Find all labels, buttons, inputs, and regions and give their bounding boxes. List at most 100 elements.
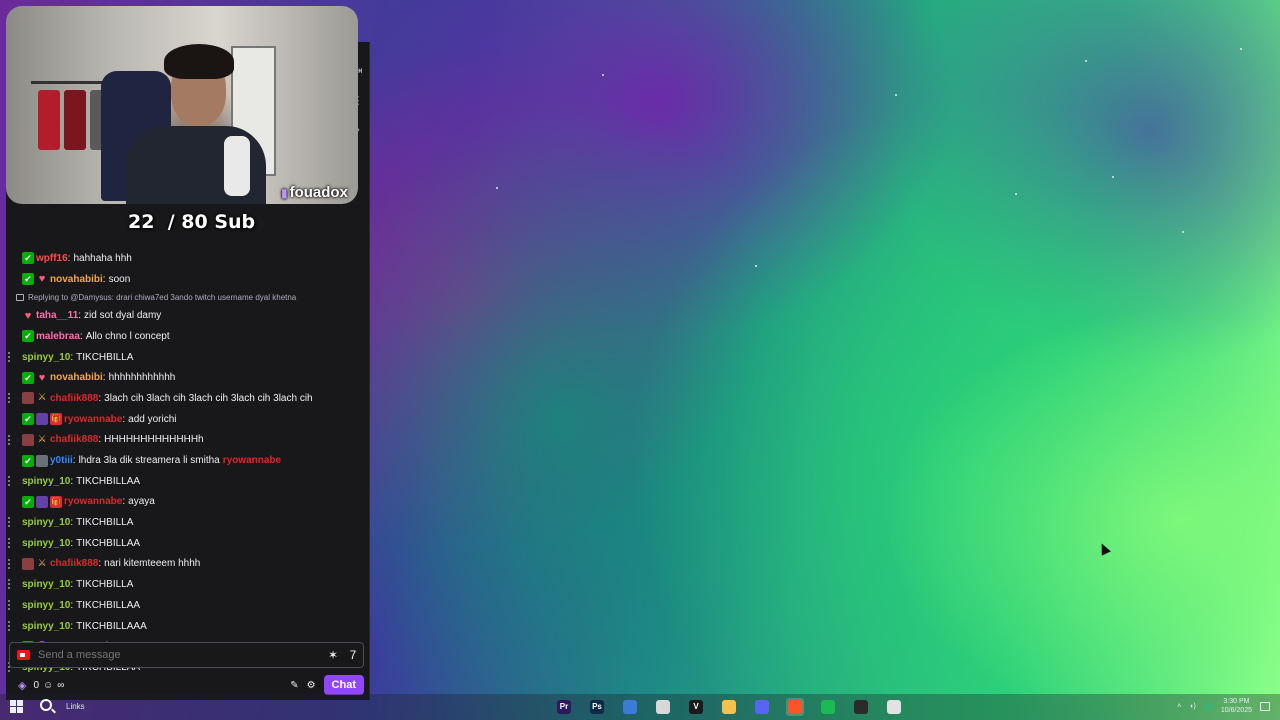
gift-badge-icon[interactable]: 🎁 [50,495,62,508]
gift-badge-icon[interactable]: 🎁 [50,413,62,426]
volume-icon[interactable]: ◖) [1189,703,1196,710]
chat-username[interactable]: taha__11 [36,310,78,321]
valorant-icon[interactable]: V [687,698,705,716]
emoji-icon[interactable]: ☺ [43,680,53,691]
heart-badge-icon[interactable]: ♥ [22,310,34,322]
photoshop-icon[interactable]: Ps [588,698,606,716]
drag-handle-icon[interactable] [8,434,12,445]
chat-message[interactable]: spinyy_10: TIKCHBILLA [6,512,370,533]
chat-username[interactable]: novahabibi [50,274,103,285]
chat-message[interactable]: ✔ ♥ novahabibi: soon [6,269,370,290]
chat-username[interactable]: spinyy_10 [22,476,70,487]
drag-handle-icon[interactable] [8,475,12,486]
chat-message[interactable]: spinyy_10:TIKCHBILLAA [6,533,370,554]
chat-message[interactable]: ✔ malebraa: Allo chno l concept [6,326,370,347]
chat-input-box[interactable]: ✶ 7 [9,642,364,668]
settings-gear-icon[interactable]: ⚙ [307,680,316,691]
paint-icon[interactable] [885,698,903,716]
chat-username[interactable]: y0tiii [50,455,73,466]
emote-bits-icon[interactable]: ✶ [323,648,343,662]
chat-username[interactable]: novahabibi [50,372,103,383]
mod-badge-icon[interactable]: ✔ [22,413,34,426]
chat-message[interactable]: ✔ wpff16: hahhaha hhh [6,248,370,269]
chat-username[interactable]: wpff16 [36,253,68,264]
sword-badge-icon[interactable]: ⚔ [36,392,48,404]
discord-icon[interactable] [753,698,771,716]
mod-badge-icon[interactable]: ✔ [22,330,34,343]
avatar-badge-icon[interactable] [22,433,34,446]
drag-handle-icon[interactable] [8,558,12,569]
chat-message-input[interactable] [38,649,323,661]
chat-message-text: TIKCHBILLAA [76,537,141,549]
chat-username[interactable]: malebraa [36,331,80,342]
chat-message[interactable]: ✔ y0tiii: lhdra 3la dik streamera li smith… [6,450,370,471]
spotify-icon[interactable] [819,698,837,716]
mod-badge-icon[interactable]: ✔ [22,252,34,265]
chat-separator: : [78,310,82,322]
chat-mention[interactable]: ryowannabe [223,455,281,466]
drag-handle-icon[interactable] [8,600,12,610]
sword-badge-icon[interactable]: ⚔ [36,558,48,570]
chat-username[interactable]: spinyy_10 [22,538,70,549]
heart-badge-icon[interactable]: ♥ [36,372,48,384]
brave-icon[interactable] [786,698,804,716]
chat-message[interactable]: spinyy_10:TIKCHBILLAA [6,595,370,616]
windows-start-icon[interactable] [10,700,23,713]
obs-icon[interactable] [852,698,870,716]
heart-badge-icon[interactable]: ♥ [36,273,48,285]
taskbar-clock[interactable]: 3:30 PM 10/6/2025 [1221,697,1252,715]
chat-message[interactable]: ✔ 🎁 ryowannabe: add yorichi [6,409,370,430]
premiere-icon[interactable]: Pr [555,698,573,716]
camera-icon[interactable] [17,650,30,660]
chat-username[interactable]: chafiik888 [50,434,98,445]
mod-badge-icon[interactable]: ✔ [22,273,34,286]
sword-badge-icon[interactable]: ⚔ [36,434,48,446]
seventv-emote-icon[interactable]: 7 [343,648,363,662]
file-explorer-icon[interactable] [720,698,738,716]
chat-username[interactable]: spinyy_10 [22,621,70,632]
purple-badge-icon[interactable] [36,495,48,508]
channel-points-icon[interactable]: ◈ [18,679,26,692]
chat-message[interactable]: ✔ ♥ novahabibi: hhhhhhhhhhhh [6,367,370,388]
reply-context[interactable]: Replying to @Damysus: drari chiwa7ed 3an… [6,289,370,305]
chat-username[interactable]: chafiik888 [50,558,98,569]
chat-message[interactable]: spinyy_10: TIKCHBILLA [6,347,370,368]
network-icon[interactable] [1203,701,1213,711]
bot-icon[interactable] [654,698,672,716]
drag-handle-icon[interactable] [8,620,12,631]
mod-badge-icon[interactable]: ✔ [22,495,34,508]
drag-handle-icon[interactable] [8,393,12,404]
chat-message[interactable]: ✔ 🎁 ryowannabe: ayaya [6,492,370,513]
chat-message[interactable]: spinyy_10:TIKCHBILLAA [6,471,370,492]
chat-username[interactable]: spinyy_10 [22,600,70,611]
chat-username[interactable]: spinyy_10 [22,579,70,590]
chat-message[interactable]: ♥ taha__11: zid sot dyal damy [6,305,370,326]
drag-handle-icon[interactable] [8,351,12,362]
jetbrains-icon[interactable] [621,698,639,716]
chat-message[interactable]: ⚔ chafiik888:3lach cih 3lach cih 3lach ci… [6,388,370,409]
mod-badge-icon[interactable]: ✔ [22,454,34,467]
grey-badge-icon[interactable] [36,454,48,467]
chat-username[interactable]: ryowannabe [64,496,122,507]
chat-username[interactable]: spinyy_10 [22,517,70,528]
mod-badge-icon[interactable]: ✔ [22,371,34,384]
chevron-up-icon[interactable]: ˄ [1177,703,1181,710]
purple-badge-icon[interactable] [36,413,48,426]
chat-message[interactable]: spinyy_10: TIKCHBILLA [6,574,370,595]
chat-message[interactable]: ⚔ chafiik888: HHHHHHHHHHHHHh [6,430,370,451]
mod-tools-icon[interactable]: ✎ [290,680,298,691]
avatar-badge-icon[interactable] [22,392,34,405]
notifications-icon[interactable] [1260,701,1270,711]
search-icon[interactable] [40,699,52,711]
chat-username[interactable]: chafiik888 [50,393,98,404]
chat-username[interactable]: spinyy_10 [22,352,70,363]
drag-handle-icon[interactable] [8,579,12,590]
taskbar-search-label[interactable]: Links [66,702,85,711]
avatar-badge-icon[interactable] [22,557,34,570]
chat-message[interactable]: ⚔ chafiik888: nari kitemteeem hhhh [6,554,370,575]
chat-message[interactable]: spinyy_10: TIKCHBILLAAA [6,616,370,637]
drag-handle-icon[interactable] [8,517,12,528]
drag-handle-icon[interactable] [8,537,12,548]
chat-send-button[interactable]: Chat [323,675,364,695]
chat-username[interactable]: ryowannabe [64,414,122,425]
